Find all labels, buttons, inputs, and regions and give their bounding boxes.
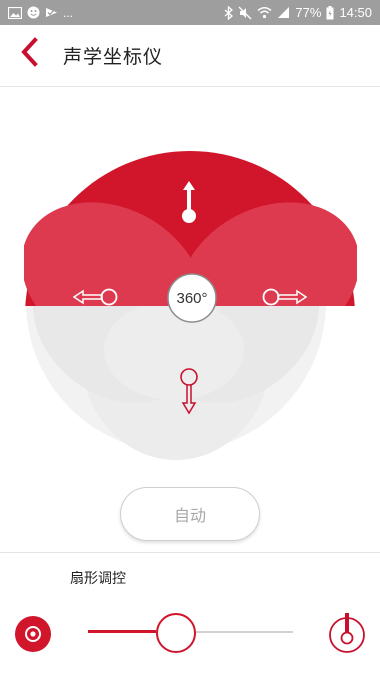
chevron-left-icon [19, 37, 39, 71]
arrow-up-icon [176, 179, 202, 227]
section-divider [0, 552, 380, 553]
app-screen: ... 77% 14:50 声学坐标仪 360° 自动 扇形调控 [0, 0, 380, 675]
arrow-down-icon [177, 367, 201, 415]
wifi-icon [257, 6, 272, 19]
status-time: 14:50 [339, 5, 372, 20]
target-circle-button[interactable] [14, 615, 52, 653]
target-circle-icon [14, 616, 52, 657]
direction-down-button[interactable] [177, 367, 201, 415]
slider-thumb[interactable] [156, 613, 196, 653]
arrow-left-icon [72, 285, 120, 309]
battery-percent: 77% [295, 5, 322, 20]
rotate-360-button[interactable]: 360° [162, 272, 222, 324]
status-dots: ... [63, 5, 74, 20]
direction-radar: 360° [24, 150, 357, 462]
status-bar-right: 77% 14:50 [224, 3, 372, 22]
notification-check-icon [45, 6, 58, 19]
page-title: 声学坐标仪 [63, 46, 164, 68]
slider-track-fill [88, 630, 156, 633]
status-bar: ... 77% 14:50 [0, 0, 380, 25]
arrow-right-icon [260, 285, 308, 309]
sector-slider[interactable] [88, 612, 293, 653]
status-bar-left: ... [8, 4, 73, 21]
back-button[interactable] [12, 37, 46, 71]
mic-marker-icon [328, 613, 366, 658]
gallery-icon [8, 6, 22, 19]
direction-up-button[interactable] [176, 179, 202, 227]
auto-button[interactable]: 自动 [120, 487, 260, 541]
mute-icon [238, 6, 252, 20]
rotate-360-label: 360° [176, 289, 208, 307]
sector-control-label: 扇形调控 [70, 571, 126, 587]
signal-icon [277, 6, 290, 19]
bluetooth-icon [224, 5, 234, 20]
app-header: 声学坐标仪 [0, 25, 380, 87]
direction-right-button[interactable] [260, 285, 308, 309]
battery-icon [326, 5, 334, 20]
smiley-icon [27, 6, 40, 19]
mic-marker-button[interactable] [328, 612, 366, 654]
direction-left-button[interactable] [72, 285, 120, 309]
